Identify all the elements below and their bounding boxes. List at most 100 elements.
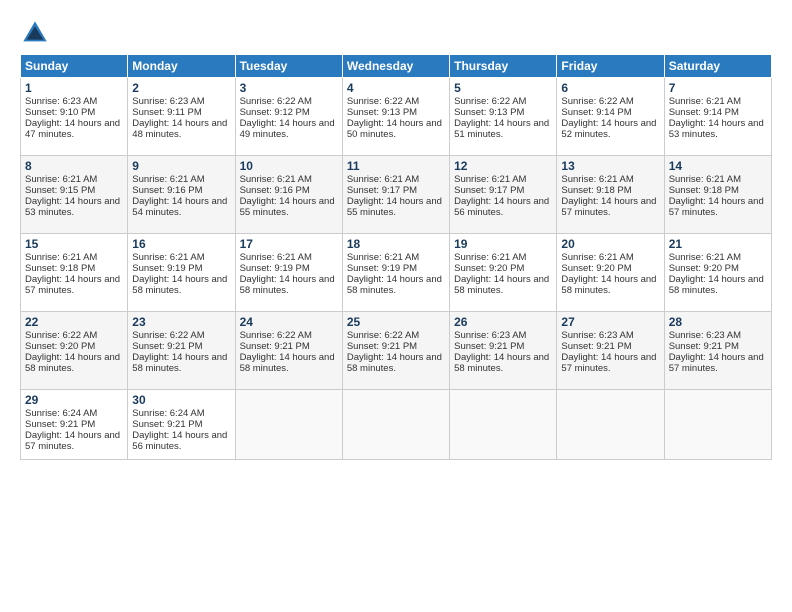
daylight-text: Daylight: 14 hours and 58 minutes. [240, 352, 335, 374]
header [20, 18, 772, 48]
sunset-text: Sunset: 9:21 PM [561, 341, 631, 352]
calendar-day-cell: 21Sunrise: 6:21 AMSunset: 9:20 PMDayligh… [664, 234, 771, 312]
daylight-text: Daylight: 14 hours and 58 minutes. [454, 352, 549, 374]
day-number: 3 [240, 81, 338, 95]
sunrise-text: Sunrise: 6:21 AM [669, 174, 741, 185]
calendar-day-cell: 1Sunrise: 6:23 AMSunset: 9:10 PMDaylight… [21, 78, 128, 156]
calendar-week-row: 29Sunrise: 6:24 AMSunset: 9:21 PMDayligh… [21, 390, 772, 460]
daylight-text: Daylight: 14 hours and 54 minutes. [132, 196, 227, 218]
sunrise-text: Sunrise: 6:22 AM [454, 96, 526, 107]
sunrise-text: Sunrise: 6:22 AM [347, 330, 419, 341]
sunrise-text: Sunrise: 6:23 AM [132, 96, 204, 107]
sunrise-text: Sunrise: 6:23 AM [669, 330, 741, 341]
calendar-day-cell: 15Sunrise: 6:21 AMSunset: 9:18 PMDayligh… [21, 234, 128, 312]
sunrise-text: Sunrise: 6:22 AM [347, 96, 419, 107]
daylight-text: Daylight: 14 hours and 56 minutes. [132, 430, 227, 452]
sunrise-text: Sunrise: 6:21 AM [25, 252, 97, 263]
calendar-header-cell: Thursday [450, 55, 557, 78]
calendar-day-cell: 3Sunrise: 6:22 AMSunset: 9:12 PMDaylight… [235, 78, 342, 156]
calendar-week-row: 15Sunrise: 6:21 AMSunset: 9:18 PMDayligh… [21, 234, 772, 312]
calendar-day-cell: 16Sunrise: 6:21 AMSunset: 9:19 PMDayligh… [128, 234, 235, 312]
sunset-text: Sunset: 9:20 PM [25, 341, 95, 352]
day-number: 9 [132, 159, 230, 173]
calendar-day-cell: 11Sunrise: 6:21 AMSunset: 9:17 PMDayligh… [342, 156, 449, 234]
calendar-header-cell: Tuesday [235, 55, 342, 78]
sunset-text: Sunset: 9:21 PM [25, 419, 95, 430]
sunset-text: Sunset: 9:18 PM [669, 185, 739, 196]
daylight-text: Daylight: 14 hours and 57 minutes. [25, 430, 120, 452]
sunrise-text: Sunrise: 6:22 AM [240, 96, 312, 107]
sunrise-text: Sunrise: 6:21 AM [132, 252, 204, 263]
calendar-header-cell: Friday [557, 55, 664, 78]
sunrise-text: Sunrise: 6:22 AM [132, 330, 204, 341]
daylight-text: Daylight: 14 hours and 53 minutes. [25, 196, 120, 218]
daylight-text: Daylight: 14 hours and 57 minutes. [669, 352, 764, 374]
calendar-body: 1Sunrise: 6:23 AMSunset: 9:10 PMDaylight… [21, 78, 772, 460]
daylight-text: Daylight: 14 hours and 48 minutes. [132, 118, 227, 140]
sunrise-text: Sunrise: 6:22 AM [25, 330, 97, 341]
sunrise-text: Sunrise: 6:23 AM [25, 96, 97, 107]
sunrise-text: Sunrise: 6:24 AM [25, 408, 97, 419]
day-number: 16 [132, 237, 230, 251]
daylight-text: Daylight: 14 hours and 58 minutes. [132, 274, 227, 296]
calendar-day-cell [557, 390, 664, 460]
sunset-text: Sunset: 9:19 PM [132, 263, 202, 274]
calendar-day-cell: 19Sunrise: 6:21 AMSunset: 9:20 PMDayligh… [450, 234, 557, 312]
daylight-text: Daylight: 14 hours and 55 minutes. [347, 196, 442, 218]
day-number: 30 [132, 393, 230, 407]
sunrise-text: Sunrise: 6:22 AM [561, 96, 633, 107]
logo-icon [20, 18, 50, 48]
sunset-text: Sunset: 9:13 PM [454, 107, 524, 118]
sunset-text: Sunset: 9:21 PM [132, 419, 202, 430]
day-number: 20 [561, 237, 659, 251]
sunrise-text: Sunrise: 6:21 AM [347, 174, 419, 185]
sunset-text: Sunset: 9:16 PM [132, 185, 202, 196]
sunset-text: Sunset: 9:17 PM [454, 185, 524, 196]
sunset-text: Sunset: 9:14 PM [669, 107, 739, 118]
calendar-day-cell: 17Sunrise: 6:21 AMSunset: 9:19 PMDayligh… [235, 234, 342, 312]
daylight-text: Daylight: 14 hours and 57 minutes. [561, 352, 656, 374]
sunrise-text: Sunrise: 6:21 AM [240, 252, 312, 263]
calendar-day-cell: 25Sunrise: 6:22 AMSunset: 9:21 PMDayligh… [342, 312, 449, 390]
day-number: 26 [454, 315, 552, 329]
day-number: 10 [240, 159, 338, 173]
calendar-header-cell: Wednesday [342, 55, 449, 78]
day-number: 23 [132, 315, 230, 329]
daylight-text: Daylight: 14 hours and 58 minutes. [25, 352, 120, 374]
sunset-text: Sunset: 9:12 PM [240, 107, 310, 118]
calendar-header-cell: Sunday [21, 55, 128, 78]
calendar-day-cell: 28Sunrise: 6:23 AMSunset: 9:21 PMDayligh… [664, 312, 771, 390]
sunset-text: Sunset: 9:16 PM [240, 185, 310, 196]
sunrise-text: Sunrise: 6:24 AM [132, 408, 204, 419]
sunrise-text: Sunrise: 6:23 AM [454, 330, 526, 341]
sunset-text: Sunset: 9:19 PM [240, 263, 310, 274]
sunset-text: Sunset: 9:17 PM [347, 185, 417, 196]
calendar: SundayMondayTuesdayWednesdayThursdayFrid… [20, 54, 772, 460]
calendar-day-cell: 2Sunrise: 6:23 AMSunset: 9:11 PMDaylight… [128, 78, 235, 156]
calendar-header-cell: Monday [128, 55, 235, 78]
sunset-text: Sunset: 9:14 PM [561, 107, 631, 118]
daylight-text: Daylight: 14 hours and 57 minutes. [669, 196, 764, 218]
day-number: 25 [347, 315, 445, 329]
sunset-text: Sunset: 9:11 PM [132, 107, 202, 118]
sunset-text: Sunset: 9:13 PM [347, 107, 417, 118]
sunrise-text: Sunrise: 6:21 AM [454, 252, 526, 263]
daylight-text: Daylight: 14 hours and 49 minutes. [240, 118, 335, 140]
sunrise-text: Sunrise: 6:23 AM [561, 330, 633, 341]
calendar-day-cell: 30Sunrise: 6:24 AMSunset: 9:21 PMDayligh… [128, 390, 235, 460]
day-number: 24 [240, 315, 338, 329]
sunrise-text: Sunrise: 6:21 AM [561, 252, 633, 263]
calendar-day-cell [235, 390, 342, 460]
sunrise-text: Sunrise: 6:21 AM [347, 252, 419, 263]
calendar-day-cell: 4Sunrise: 6:22 AMSunset: 9:13 PMDaylight… [342, 78, 449, 156]
sunset-text: Sunset: 9:10 PM [25, 107, 95, 118]
calendar-day-cell: 23Sunrise: 6:22 AMSunset: 9:21 PMDayligh… [128, 312, 235, 390]
sunset-text: Sunset: 9:21 PM [669, 341, 739, 352]
sunrise-text: Sunrise: 6:21 AM [669, 252, 741, 263]
daylight-text: Daylight: 14 hours and 58 minutes. [669, 274, 764, 296]
daylight-text: Daylight: 14 hours and 55 minutes. [240, 196, 335, 218]
day-number: 1 [25, 81, 123, 95]
calendar-day-cell [450, 390, 557, 460]
daylight-text: Daylight: 14 hours and 58 minutes. [132, 352, 227, 374]
day-number: 4 [347, 81, 445, 95]
